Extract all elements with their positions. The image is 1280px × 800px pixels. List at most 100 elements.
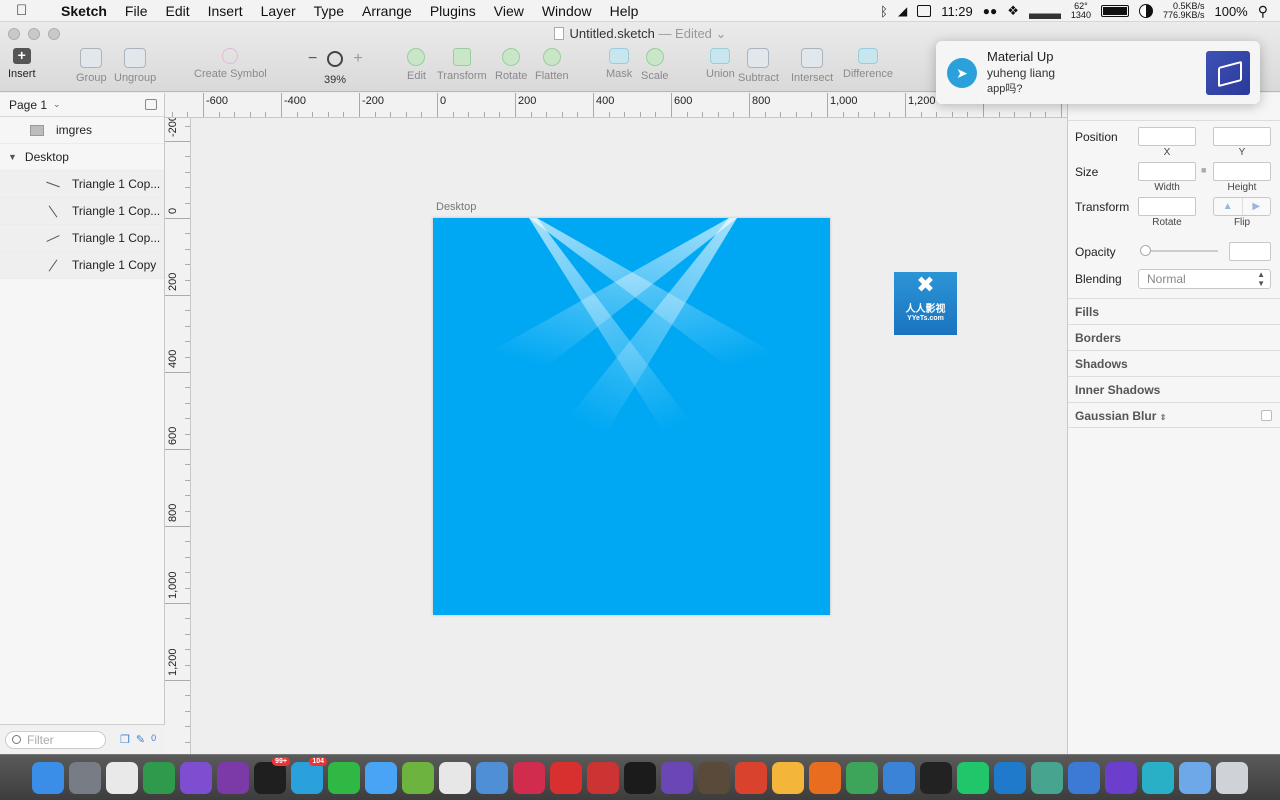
- sound-dock-icon[interactable]: [513, 761, 545, 794]
- ungroup-button[interactable]: Ungroup: [114, 48, 156, 84]
- calendar-icon[interactable]: [917, 5, 932, 17]
- vectorize-dock-icon[interactable]: [402, 761, 434, 794]
- rotate-button[interactable]: Rotate: [495, 48, 527, 82]
- page-selector[interactable]: Page 1 ⌄: [0, 93, 164, 117]
- menu-edit[interactable]: Edit: [156, 0, 198, 22]
- netease-music-dock-icon[interactable]: [550, 761, 582, 794]
- files-dock-icon[interactable]: [1068, 761, 1100, 794]
- position-x-field[interactable]: [1138, 127, 1196, 146]
- horizontal-ruler[interactable]: -600 -400 -200 0 200 400 600 800 1,000 1,200: [165, 93, 1067, 118]
- menu-plugins[interactable]: Plugins: [421, 0, 485, 22]
- battery-percent[interactable]: 100%: [1214, 4, 1247, 19]
- onenote-dock-icon[interactable]: [217, 761, 249, 794]
- width-field[interactable]: [1138, 162, 1196, 181]
- difference-button[interactable]: Difference: [843, 48, 893, 80]
- wechat-dock-icon[interactable]: [328, 761, 360, 794]
- subtract-button[interactable]: Subtract: [738, 48, 779, 84]
- intersect-button[interactable]: Intersect: [791, 48, 833, 84]
- telegram-dock-icon[interactable]: 104: [291, 756, 327, 794]
- layer-item[interactable]: Triangle 1 Cop...: [0, 198, 164, 225]
- layer-item[interactable]: imgres: [0, 117, 164, 144]
- group-button[interactable]: Group: [76, 48, 107, 84]
- create-symbol-button[interactable]: Create Symbol: [194, 48, 267, 80]
- messages-dock-icon[interactable]: [365, 761, 397, 794]
- slack-dock-icon[interactable]: [439, 761, 471, 794]
- shadows-section[interactable]: Shadows: [1068, 350, 1280, 376]
- airmail-dock-icon[interactable]: [735, 761, 767, 794]
- filter-input[interactable]: Filter: [5, 730, 106, 749]
- menu-view[interactable]: View: [485, 0, 533, 22]
- layer-item[interactable]: Triangle 1 Copy: [0, 252, 164, 279]
- imgres-image[interactable]: ✖ 人人影视 YYeTs.com: [894, 272, 957, 335]
- select-arrows-icon[interactable]: ⇕: [1160, 413, 1167, 422]
- lock-icon[interactable]: ■: [1201, 165, 1206, 175]
- menu-layer[interactable]: Layer: [252, 0, 305, 22]
- menu-file[interactable]: File: [116, 0, 157, 22]
- activity-graph-icon[interactable]: [1028, 3, 1061, 19]
- app-grid-dock-icon[interactable]: [106, 761, 138, 794]
- vertical-ruler[interactable]: -200 0 200 400 600 800 1,000 1,200: [165, 118, 191, 754]
- layer-item[interactable]: Triangle 1 Cop...: [0, 225, 164, 252]
- scale-button[interactable]: Scale: [641, 48, 669, 82]
- symbols-filter-icon[interactable]: ❐: [120, 733, 130, 746]
- spotlight-icon[interactable]: ⚲: [1258, 3, 1268, 20]
- gaussian-blur-checkbox[interactable]: [1261, 410, 1272, 421]
- union-button[interactable]: Union: [706, 48, 735, 80]
- blending-select[interactable]: Normal ▲ ▼: [1138, 269, 1271, 289]
- insert-button[interactable]: + Insert: [8, 48, 36, 81]
- rotate-field[interactable]: [1138, 197, 1196, 216]
- document-title[interactable]: Untitled.sketch — Edited ⌄: [0, 26, 1280, 42]
- github-dock-icon[interactable]: [661, 761, 693, 794]
- flip-vertical-icon[interactable]: ▶: [1241, 198, 1271, 215]
- battery-meter-icon[interactable]: [1100, 5, 1129, 17]
- artboard-title[interactable]: Desktop: [436, 201, 476, 213]
- chrome-dock-icon[interactable]: [143, 761, 175, 794]
- position-y-field[interactable]: [1213, 127, 1271, 146]
- menu-arrange[interactable]: Arrange: [353, 0, 421, 22]
- webstorm-dock-icon[interactable]: [1142, 761, 1174, 794]
- spark-dock-icon[interactable]: [809, 761, 841, 794]
- inner-shadows-section[interactable]: Inner Shadows: [1068, 376, 1280, 402]
- opacity-slider[interactable]: [1140, 245, 1218, 256]
- trash-dock-icon[interactable]: [1216, 761, 1248, 794]
- sketch-dock-icon[interactable]: [772, 761, 804, 794]
- parallels-dock-icon[interactable]: [587, 761, 619, 794]
- downloads-dock-icon[interactable]: [1179, 761, 1211, 794]
- bluetooth-icon[interactable]: ᛒ: [880, 4, 888, 19]
- canvas[interactable]: Desktop ✖ 人人影视 YYeTs.com: [191, 118, 1067, 754]
- wifi-icon[interactable]: ◢: [898, 4, 907, 18]
- instruments-dock-icon[interactable]: [698, 761, 730, 794]
- terminal-dock-icon[interactable]: [624, 761, 656, 794]
- notification-banner[interactable]: ➤ Material Up yuheng liang app吗?: [936, 41, 1260, 104]
- menu-app-sketch[interactable]: Sketch: [52, 0, 116, 22]
- transform-button[interactable]: Transform: [437, 48, 487, 82]
- dropbox-icon[interactable]: ❖: [1007, 3, 1019, 19]
- disclosure-triangle-icon[interactable]: ▼: [8, 152, 17, 162]
- apple-icon[interactable]: : [16, 2, 38, 19]
- temperature-readout[interactable]: 62° 1340: [1071, 2, 1091, 20]
- preview-dock-icon[interactable]: [476, 761, 508, 794]
- qq-dock-icon[interactable]: 99+: [254, 756, 290, 794]
- menu-window[interactable]: Window: [533, 0, 601, 22]
- network-speed[interactable]: 0.5KB/s 776.9KB/s: [1163, 2, 1205, 20]
- borders-section[interactable]: Borders: [1068, 324, 1280, 350]
- pycharm-dock-icon[interactable]: [957, 761, 989, 794]
- opacity-slider-knob[interactable]: [1140, 245, 1151, 256]
- zoom-out-button[interactable]: −: [308, 50, 317, 68]
- appcode-dock-icon[interactable]: [920, 761, 952, 794]
- glasses-icon[interactable]: ●●: [983, 4, 998, 18]
- artboard-desktop[interactable]: [433, 218, 830, 615]
- opacity-field[interactable]: [1229, 242, 1271, 261]
- edit-button[interactable]: Edit: [407, 48, 426, 82]
- zoom-icon[interactable]: [327, 51, 344, 67]
- android-studio-dock-icon[interactable]: [846, 761, 878, 794]
- flatten-button[interactable]: Flatten: [535, 48, 569, 82]
- night-shift-icon[interactable]: [1138, 4, 1153, 18]
- xcode-dock-icon[interactable]: [883, 761, 915, 794]
- layer-item[interactable]: Triangle 1 Cop...: [0, 171, 164, 198]
- zoom-in-button[interactable]: +: [353, 50, 362, 68]
- vs-code-dock-icon[interactable]: [994, 761, 1026, 794]
- fills-section[interactable]: Fills: [1068, 298, 1280, 324]
- artboard-layer[interactable]: ▼ Desktop: [0, 144, 164, 171]
- atom-dock-icon[interactable]: [1031, 761, 1063, 794]
